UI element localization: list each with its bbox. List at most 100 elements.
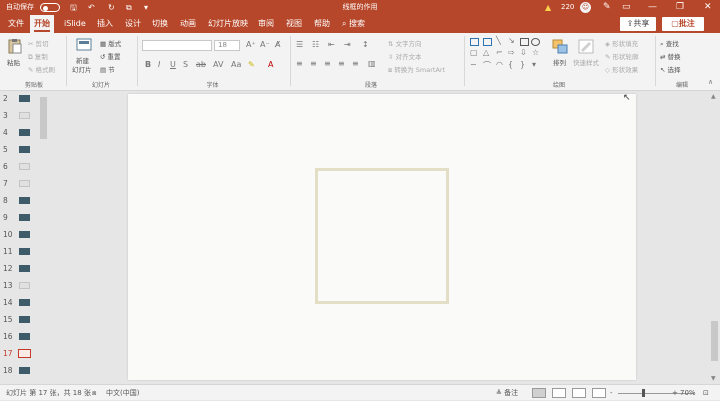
thumbnail-scrollbar-thumb[interactable] [40, 97, 47, 139]
arrange-icon[interactable] [552, 39, 568, 54]
slide-sorter-view-button[interactable] [552, 388, 566, 398]
slide-thumbnail[interactable] [19, 180, 30, 187]
slide-thumbnail[interactable] [19, 95, 30, 102]
slide-thumbnail[interactable] [19, 197, 30, 204]
shadow-icon[interactable]: S [183, 60, 188, 69]
cut-button[interactable]: ✂ 剪切 [28, 38, 49, 48]
increase-indent-icon[interactable]: ⇥ [344, 40, 351, 49]
shape-outline-button[interactable]: ✎ 形状轮廓 [605, 51, 639, 61]
columns-icon[interactable]: ▥ [368, 59, 376, 68]
oval-shape-icon[interactable] [531, 38, 540, 46]
scroll-up-icon[interactable]: ▲ [711, 93, 716, 100]
slide-thumbnail[interactable] [19, 333, 30, 340]
scroll-down-icon[interactable]: ▼ [711, 375, 716, 382]
strikethrough-icon[interactable]: ab [196, 60, 206, 69]
tab-transitions[interactable]: 切换 [148, 15, 172, 33]
grow-font-icon[interactable]: A⁺ [246, 40, 256, 49]
slide-thumbnail-row[interactable]: 13 [0, 278, 38, 294]
slide-canvas[interactable] [128, 94, 636, 380]
tab-slideshow[interactable]: 幻灯片放映 [204, 15, 252, 33]
slide-thumbnail[interactable] [19, 163, 30, 170]
slide-thumbnail-row[interactable]: 7 [0, 176, 38, 192]
zoom-level[interactable]: 70% [680, 385, 696, 401]
slide-thumbnail[interactable] [19, 231, 30, 238]
select-button[interactable]: ↖ 选择 [660, 64, 681, 74]
curve-shape-icon[interactable]: ⌒ [483, 60, 491, 71]
change-case-icon[interactable]: Aa [231, 60, 241, 69]
slide-thumbnail[interactable] [19, 214, 30, 221]
slide-thumbnail[interactable] [19, 316, 30, 323]
line-spacing-icon[interactable]: ↕ [362, 40, 369, 49]
tab-home[interactable]: 开始 [30, 15, 54, 33]
canvas-scrollbar-thumb[interactable] [711, 321, 718, 361]
shape-fill-button[interactable]: ◈ 形状填充 [605, 38, 638, 48]
slide-thumbnail-row[interactable]: 3 [0, 108, 38, 124]
spacing-icon[interactable]: AV [213, 60, 223, 69]
font-family-combo[interactable] [142, 40, 212, 51]
brace-right-icon[interactable]: } [520, 60, 525, 69]
minimize-icon[interactable]: — [648, 0, 657, 15]
slide-thumbnail-row[interactable]: 8 [0, 193, 38, 209]
new-slide-icon[interactable] [76, 38, 92, 52]
slide-thumbnail[interactable] [19, 129, 30, 136]
right-arrow-shape-icon[interactable]: ⇨ [508, 48, 515, 57]
find-button[interactable]: ⌕ 查找 [660, 38, 679, 49]
section-button[interactable]: ▤ 节 [100, 64, 115, 74]
undo-icon[interactable]: ↶ [88, 0, 95, 15]
reading-view-button[interactable] [572, 388, 586, 398]
slide-thumbnail-row[interactable]: 17 [0, 346, 38, 362]
canvas-scrollbar[interactable]: ▲ ▼ [709, 91, 720, 384]
slide-thumbnail-row[interactable]: 16 [0, 329, 38, 345]
redo-icon[interactable]: ↻ [108, 0, 115, 15]
slide-thumbnail-row[interactable]: 15 [0, 312, 38, 328]
slide-thumbnail-row[interactable]: 18 [0, 363, 38, 379]
arrange-label[interactable]: 排列 [553, 57, 566, 67]
tab-help[interactable]: 帮助 [310, 15, 334, 33]
fit-slide-icon[interactable]: ⊡ [703, 385, 709, 401]
elbow-connector-icon[interactable]: ⌐ [496, 48, 503, 57]
proofing-icon[interactable]: ⧈ [92, 385, 96, 401]
down-arrow-shape-icon[interactable]: ⇩ [520, 48, 527, 57]
slide-thumbnail-row[interactable]: 12 [0, 261, 38, 277]
numbering-icon[interactable]: ☷ [312, 40, 319, 49]
clear-format-icon[interactable]: A̸ [275, 40, 280, 49]
zoom-slider-knob[interactable] [642, 389, 646, 397]
format-painter-button[interactable]: ✎ 格式刷 [28, 64, 55, 74]
slide-thumbnail[interactable] [19, 265, 30, 272]
align-text-button[interactable]: ⇳ 对齐文本 [388, 51, 422, 61]
slide-thumbnail[interactable] [19, 299, 30, 306]
smartart-button[interactable]: ⧇ 转换为 SmartArt [388, 64, 445, 75]
tab-design[interactable]: 设计 [121, 15, 145, 33]
align-center-icon[interactable]: ≡ [310, 59, 317, 68]
decrease-indent-icon[interactable]: ⇤ [328, 40, 335, 49]
vertical-textbox-icon[interactable] [483, 38, 492, 46]
autosave-toggle[interactable] [40, 3, 60, 12]
text-direction-button[interactable]: ⇅ 文字方向 [388, 38, 422, 48]
tab-file[interactable]: 文件 [4, 15, 28, 33]
quick-styles-label[interactable]: 快速样式 [573, 57, 599, 67]
slide-thumbnail-row[interactable]: 9 [0, 210, 38, 226]
bold-icon[interactable]: B [145, 60, 151, 69]
paste-label[interactable]: 粘贴 [7, 57, 20, 67]
zoom-out-button[interactable]: - [610, 385, 613, 401]
triangle-shape-icon[interactable]: △ [483, 48, 489, 57]
warning-icon[interactable]: ▲ [545, 0, 551, 15]
reset-button[interactable]: ↺ 重置 [100, 51, 121, 61]
slide-thumbnail[interactable] [19, 282, 30, 289]
highlight-icon[interactable]: ✎ [248, 60, 255, 69]
copy-button[interactable]: ⧉ 复制 [28, 51, 48, 62]
arc-shape-icon[interactable]: ◠ [496, 60, 503, 69]
new-slide-label-2[interactable]: 幻灯片 [72, 64, 92, 74]
customize-quick-access-icon[interactable]: ▾ [144, 0, 148, 15]
comments-button[interactable]: ▢批注 [662, 17, 704, 31]
share-button[interactable]: ⇪共享 [620, 17, 656, 31]
align-left-icon[interactable]: ≡ [296, 59, 303, 68]
arrow-shape-icon[interactable]: ↘ [508, 36, 515, 45]
underline-icon[interactable]: U [170, 60, 176, 69]
slide-thumbnail[interactable] [19, 248, 30, 255]
font-color-icon[interactable]: A [268, 60, 273, 69]
tab-islide[interactable]: iSlide [60, 15, 90, 33]
present-icon[interactable]: ⧉ [126, 0, 132, 15]
slide-thumbnail[interactable] [18, 349, 31, 358]
star-shape-icon[interactable]: ☆ [532, 48, 539, 57]
